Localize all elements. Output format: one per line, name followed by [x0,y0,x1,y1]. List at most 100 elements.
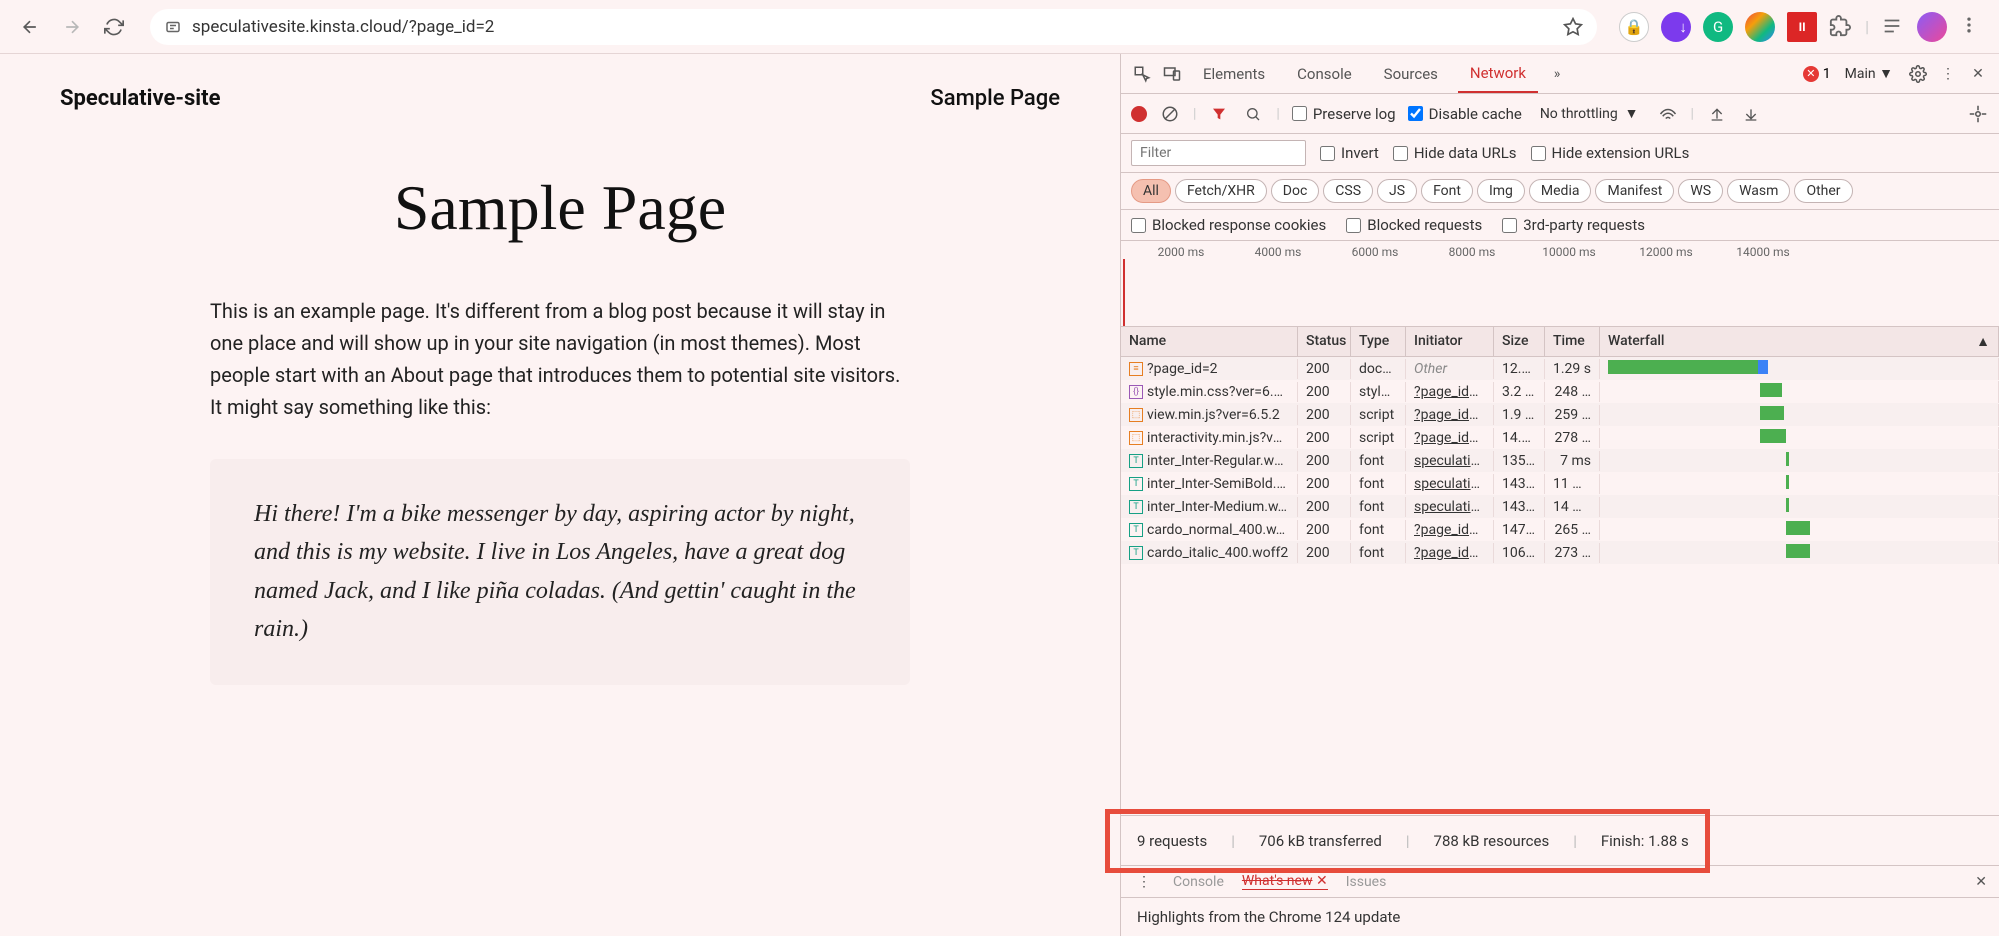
search-icon[interactable] [1242,103,1264,125]
reading-list-icon[interactable] [1881,15,1905,39]
extension-icon[interactable]: ↓ [1661,12,1691,42]
blocked-cookies-checkbox[interactable]: Blocked response cookies [1131,216,1326,234]
disable-cache-checkbox[interactable]: Disable cache [1408,105,1522,123]
network-settings-icon[interactable] [1967,103,1989,125]
type-pill-ws[interactable]: WS [1678,179,1723,203]
settings-icon[interactable] [1907,63,1929,85]
type-filter-row: AllFetch/XHRDocCSSJSFontImgMediaManifest… [1121,173,1999,210]
devtools-tab-bar: Elements Console Sources Network » ✕1 Ma… [1121,54,1999,94]
network-status-bar: 9 requests | 706 kB transferred | 788 kB… [1121,815,1999,865]
browser-menu-icon[interactable] [1959,15,1983,39]
forward-button[interactable] [58,13,86,41]
timeline-label: 14000 ms [1736,245,1789,259]
type-pill-img[interactable]: Img [1477,179,1525,203]
network-row[interactable]: {}style.min.css?ver=6.5.2200style…?page_… [1121,380,1999,403]
col-name[interactable]: Name [1121,327,1298,356]
col-initiator[interactable]: Initiator [1406,327,1494,356]
page-paragraph: This is an example page. It's different … [210,295,910,423]
device-toggle-icon[interactable] [1161,63,1183,85]
extension-icon[interactable]: G [1703,12,1733,42]
more-tabs-icon[interactable]: » [1546,63,1568,85]
type-pill-other[interactable]: Other [1794,179,1852,203]
blocked-requests-checkbox[interactable]: Blocked requests [1346,216,1482,234]
type-pill-font[interactable]: Font [1421,179,1473,203]
context-selector[interactable]: Main ▼ [1839,62,1899,85]
tab-elements[interactable]: Elements [1191,56,1277,92]
network-row[interactable]: Tcardo_normal_400.w…200font?page_id=2:41… [1121,518,1999,541]
type-pill-js[interactable]: JS [1377,179,1417,203]
nav-link-sample[interactable]: Sample Page [930,86,1060,111]
profile-avatar[interactable] [1917,12,1947,42]
timeline-label: 12000 ms [1639,245,1692,259]
error-badge[interactable]: ✕1 [1803,66,1831,82]
extension-icon[interactable] [1745,12,1775,42]
back-button[interactable] [16,13,44,41]
record-button[interactable] [1131,106,1147,122]
drawer-tab-issues[interactable]: Issues [1346,874,1387,890]
kebab-menu-icon[interactable]: ⋮ [1937,63,1959,85]
network-row[interactable]: Tinter_Inter-Medium.w…200fontspeculative… [1121,495,1999,518]
filter-input[interactable] [1131,140,1306,166]
star-icon[interactable] [1563,17,1583,37]
network-table: Name Status Type Initiator Size Time Wat… [1121,327,1999,815]
type-pill-manifest[interactable]: Manifest [1595,179,1674,203]
status-transferred: 706 kB transferred [1259,832,1382,850]
filter-icon[interactable] [1208,103,1230,125]
col-size[interactable]: Size [1494,327,1545,356]
col-type[interactable]: Type [1351,327,1406,356]
reload-button[interactable] [100,13,128,41]
col-status[interactable]: Status [1298,327,1351,356]
type-pill-all[interactable]: All [1131,179,1171,203]
timeline-overview[interactable]: 2000 ms4000 ms6000 ms8000 ms10000 ms1200… [1121,241,1999,327]
type-pill-css[interactable]: CSS [1323,179,1373,203]
extension-icon[interactable]: II [1787,12,1817,42]
devtools-panel: Elements Console Sources Network » ✕1 Ma… [1120,54,1999,936]
inspect-icon[interactable] [1131,63,1153,85]
drawer-highlights: Highlights from the Chrome 124 update [1121,897,1999,936]
browser-extensions: 🔒 ↓ G II | [1619,12,1983,42]
invert-checkbox[interactable]: Invert [1320,144,1379,162]
status-finish: Finish: 1.88 s [1601,832,1689,850]
throttling-selector[interactable]: No throttling ▼ [1534,102,1645,125]
url-bar[interactable]: speculativesite.kinsta.cloud/?page_id=2 [150,9,1597,45]
timeline-marker [1123,259,1125,326]
network-row[interactable]: Tinter_Inter-SemiBold.…200fontspeculativ… [1121,472,1999,495]
network-row[interactable]: Tinter_Inter-Regular.woff200fontspeculat… [1121,449,1999,472]
site-info-icon[interactable] [164,18,182,36]
col-time[interactable]: Time [1545,327,1600,356]
blocked-row: Blocked response cookies Blocked request… [1121,210,1999,241]
timeline-label: 6000 ms [1352,245,1399,259]
network-conditions-icon[interactable] [1657,103,1679,125]
site-title[interactable]: Speculative-site [60,86,220,111]
network-row[interactable]: ⬚view.min.js?ver=6.5.2200script?page_id=… [1121,403,1999,426]
network-row[interactable]: ≡?page_id=2200docu…Other12.1 kB1.29 s [1121,357,1999,380]
extension-icon[interactable]: 🔒 [1619,12,1649,42]
type-pill-wasm[interactable]: Wasm [1727,179,1790,203]
third-party-checkbox[interactable]: 3rd-party requests [1502,216,1645,234]
type-pill-media[interactable]: Media [1529,179,1592,203]
download-har-icon[interactable] [1740,103,1762,125]
close-devtools-icon[interactable]: ✕ [1967,63,1989,85]
filter-row: Invert Hide data URLs Hide extension URL… [1121,134,1999,173]
drawer-close-icon[interactable]: ✕ [1975,874,1987,890]
drawer-tab-console[interactable]: Console [1173,874,1224,890]
clear-icon[interactable] [1159,103,1181,125]
drawer-menu-icon[interactable]: ⋮ [1133,871,1155,893]
type-pill-doc[interactable]: Doc [1271,179,1320,203]
extensions-menu-icon[interactable] [1829,15,1853,39]
tab-sources[interactable]: Sources [1372,56,1450,92]
network-row[interactable]: ⬚interactivity.min.js?ve…200script?page_… [1121,426,1999,449]
hide-data-urls-checkbox[interactable]: Hide data URLs [1393,144,1517,162]
type-pill-fetch-xhr[interactable]: Fetch/XHR [1175,179,1267,203]
drawer-tab-whatsnew[interactable]: What's new ✕ [1242,873,1328,890]
col-waterfall[interactable]: Waterfall▲ [1600,327,1999,356]
browser-toolbar: speculativesite.kinsta.cloud/?page_id=2 … [0,0,1999,54]
network-row[interactable]: Tcardo_italic_400.woff2200font?page_id=2… [1121,541,1999,564]
tab-console[interactable]: Console [1285,56,1364,92]
preserve-log-checkbox[interactable]: Preserve log [1292,105,1396,123]
drawer-tabs: ⋮ Console What's new ✕ Issues ✕ [1121,865,1999,897]
timeline-label: 4000 ms [1255,245,1302,259]
hide-extension-urls-checkbox[interactable]: Hide extension URLs [1531,144,1690,162]
tab-network[interactable]: Network [1458,55,1538,93]
upload-har-icon[interactable] [1706,103,1728,125]
